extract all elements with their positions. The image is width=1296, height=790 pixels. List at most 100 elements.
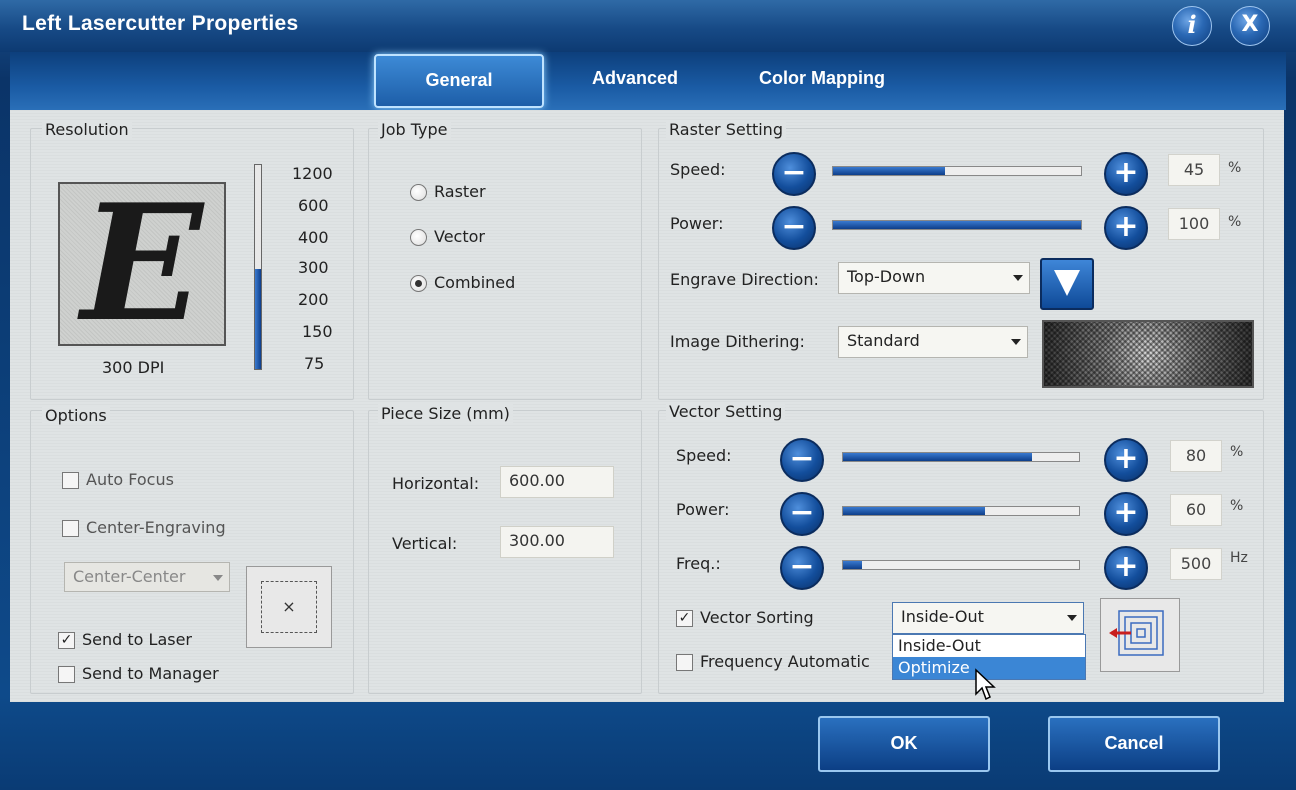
vertical-label: Vertical: — [392, 534, 458, 553]
image-dithering-value: Standard — [847, 331, 920, 350]
raster-power-minus-button[interactable]: − — [772, 206, 816, 250]
raster-speed-plus-button[interactable]: + — [1104, 152, 1148, 196]
vector-freq-plus-button[interactable]: + — [1104, 546, 1148, 590]
position-frame: × — [261, 581, 317, 633]
resolution-preview: E — [58, 178, 226, 348]
vector-sorting-select[interactable]: Inside-Out — [892, 602, 1084, 634]
auto-focus-label: Auto Focus — [86, 470, 174, 489]
vector-sorting-checkbox[interactable]: ✓ — [676, 610, 693, 627]
raster-power-unit: % — [1228, 214, 1242, 230]
dropdown-option-inside-out[interactable]: Inside-Out — [893, 635, 1085, 657]
tab-general[interactable]: General — [374, 54, 544, 108]
arrow-down-shape — [1054, 270, 1080, 296]
raster-power-label: Power: — [670, 214, 724, 233]
tab-advanced[interactable]: Advanced — [570, 54, 700, 104]
position-center-marker: × — [282, 597, 296, 616]
vector-freq-value[interactable]: 500 — [1170, 548, 1222, 580]
tick-600: 600 — [298, 196, 329, 215]
raster-power-plus-button[interactable]: + — [1104, 206, 1148, 250]
horizontal-field[interactable]: 600.00 — [500, 466, 614, 498]
radio-vector[interactable] — [410, 229, 427, 246]
vector-speed-label: Speed: — [676, 446, 732, 465]
resolution-title: Resolution — [42, 120, 132, 139]
raster-power-fill — [833, 221, 1081, 229]
arrow-down-icon[interactable] — [1040, 258, 1094, 310]
window-title: Left Lasercutter Properties — [22, 12, 299, 35]
tick-75: 75 — [304, 354, 325, 373]
image-dithering-select[interactable]: Standard — [838, 326, 1028, 358]
tick-400: 400 — [298, 228, 329, 247]
inside-out-spiral-icon — [1109, 610, 1164, 656]
center-engraving-label: Center-Engraving — [86, 518, 226, 537]
cancel-button[interactable]: Cancel — [1048, 716, 1220, 772]
radio-combined[interactable] — [410, 275, 427, 292]
vector-power-minus-button[interactable]: − — [780, 492, 824, 536]
options-title: Options — [42, 406, 110, 425]
radio-raster[interactable] — [410, 184, 427, 201]
vertical-field[interactable]: 300.00 — [500, 526, 614, 558]
resolution-slider-track[interactable] — [254, 164, 262, 370]
raster-speed-slider[interactable] — [832, 166, 1082, 176]
preview-letter: E — [81, 169, 203, 357]
vector-power-value[interactable]: 60 — [1170, 494, 1222, 526]
vector-power-slider[interactable] — [842, 506, 1080, 516]
chevron-down-icon — [1067, 615, 1077, 621]
vector-speed-minus-button[interactable]: − — [780, 438, 824, 482]
vector-speed-plus-button[interactable]: + — [1104, 438, 1148, 482]
vector-freq-label: Freq.: — [676, 554, 721, 573]
info-icon[interactable]: i — [1172, 6, 1212, 46]
send-to-manager-label: Send to Manager — [82, 664, 219, 683]
general-panel: Resolution E 300 DPI 1200 600 400 300 20… — [10, 110, 1284, 702]
vector-sorting-value: Inside-Out — [901, 607, 984, 626]
vector-title: Vector Setting — [666, 402, 786, 421]
radio-raster-label: Raster — [434, 182, 486, 201]
send-to-manager-checkbox[interactable] — [58, 666, 75, 683]
vector-power-plus-button[interactable]: + — [1104, 492, 1148, 536]
frequency-automatic-label: Frequency Automatic — [700, 652, 870, 671]
raster-speed-unit: % — [1228, 160, 1242, 176]
frequency-automatic-checkbox[interactable] — [676, 654, 693, 671]
vector-freq-slider[interactable] — [842, 560, 1080, 570]
raster-speed-minus-button[interactable]: − — [772, 152, 816, 196]
vector-speed-value[interactable]: 80 — [1170, 440, 1222, 472]
radio-vector-label: Vector — [434, 227, 485, 246]
chevron-down-icon — [1013, 275, 1023, 281]
send-to-laser-label: Send to Laser — [82, 630, 193, 649]
horizontal-label: Horizontal: — [392, 474, 480, 493]
dpi-label: 300 DPI — [102, 358, 165, 377]
tick-300: 300 — [298, 258, 329, 277]
center-position-select[interactable]: Center-Center — [64, 562, 230, 592]
tick-150: 150 — [302, 322, 333, 341]
chevron-down-icon — [213, 575, 223, 581]
engrave-direction-select[interactable]: Top-Down — [838, 262, 1030, 294]
tab-color-mapping[interactable]: Color Mapping — [742, 54, 902, 104]
raster-title: Raster Setting — [666, 120, 786, 139]
piece-size-title: Piece Size (mm) — [378, 404, 513, 423]
raster-speed-label: Speed: — [670, 160, 726, 179]
center-engraving-checkbox[interactable] — [62, 520, 79, 537]
center-position-diagram[interactable]: × — [246, 566, 332, 648]
tick-200: 200 — [298, 290, 329, 309]
center-position-value: Center-Center — [73, 567, 186, 586]
mouse-cursor-icon — [975, 668, 996, 701]
engrave-direction-value: Top-Down — [847, 267, 926, 286]
job-type-group — [368, 128, 642, 400]
send-to-laser-checkbox[interactable]: ✓ — [58, 632, 75, 649]
raster-power-value[interactable]: 100 — [1168, 208, 1220, 240]
vector-power-fill — [843, 507, 985, 515]
tab-bar: General Advanced Color Mapping — [10, 52, 1286, 110]
ok-button[interactable]: OK — [818, 716, 990, 772]
raster-power-slider[interactable] — [832, 220, 1082, 230]
vector-freq-minus-button[interactable]: − — [780, 546, 824, 590]
vector-freq-fill — [843, 561, 862, 569]
vector-sorting-label: Vector Sorting — [700, 608, 814, 627]
raster-speed-value[interactable]: 45 — [1168, 154, 1220, 186]
auto-focus-checkbox[interactable] — [62, 472, 79, 489]
close-icon[interactable]: X — [1230, 6, 1270, 46]
resolution-slider-fill — [255, 269, 261, 369]
vector-speed-slider[interactable] — [842, 452, 1080, 462]
job-type-title: Job Type — [378, 120, 451, 139]
engrave-direction-label: Engrave Direction: — [670, 270, 819, 289]
image-dithering-label: Image Dithering: — [670, 332, 805, 351]
properties-window: Left Lasercutter Properties i X General … — [0, 0, 1296, 790]
